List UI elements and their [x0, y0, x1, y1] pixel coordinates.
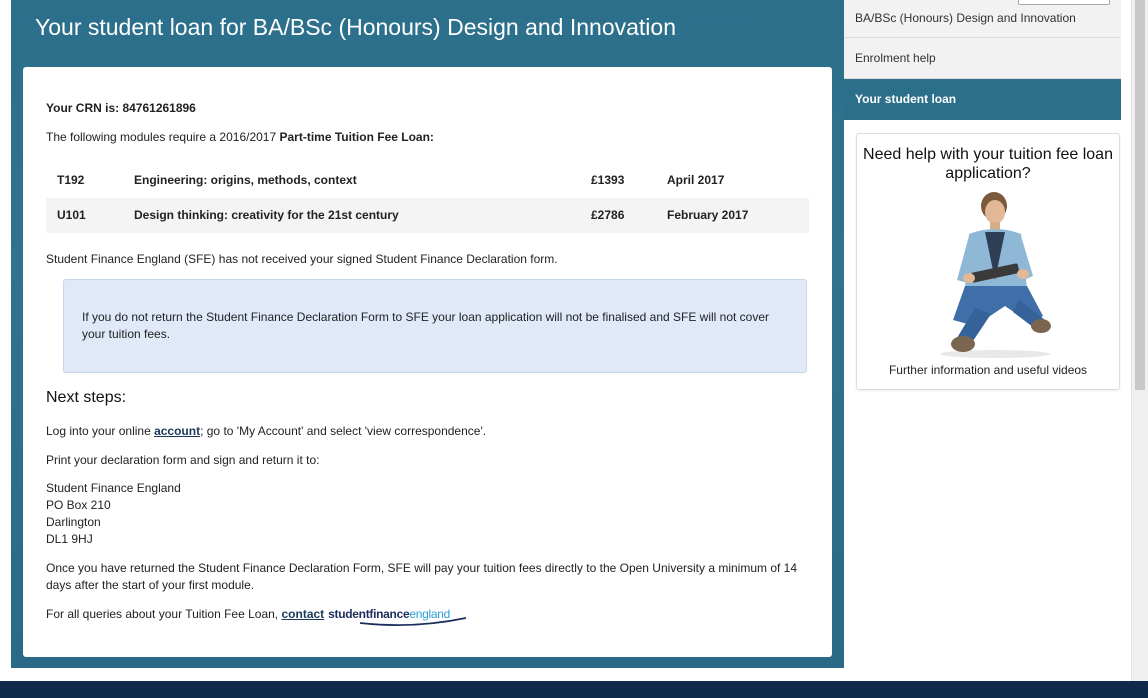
address-line: PO Box 210: [46, 498, 111, 512]
module-fee: £1393: [591, 173, 625, 187]
sfe-status-note: Student Finance England (SFE) has not re…: [46, 252, 558, 266]
sidebar-item-label: BA/BSc (Honours) Design and Innovation: [855, 11, 1076, 25]
address-line: DL1 9HJ: [46, 532, 93, 546]
table-row: U101 Design thinking: creativity for the…: [46, 198, 809, 233]
loan-type: Part-time Tuition Fee Loan:: [279, 130, 434, 144]
address-line: Student Finance England: [46, 481, 181, 495]
step-login-text: Log into your online: [46, 424, 155, 438]
page-scrollbar[interactable]: [1131, 0, 1148, 681]
step-login: Log into your online account; go to 'My …: [46, 423, 486, 440]
scrollbar-thumb[interactable]: [1135, 0, 1145, 390]
table-row: T192 Engineering: origins, methods, cont…: [46, 163, 809, 198]
logo-swoosh-icon: [360, 617, 467, 627]
queries-text: For all queries about your Tuition Fee L…: [46, 607, 282, 621]
intro-text: The following modules require a 2016/201…: [46, 130, 280, 144]
next-steps-heading: Next steps:: [46, 389, 127, 406]
module-start: April 2017: [667, 173, 725, 187]
student-finance-england-logo[interactable]: studentfinanceengland: [328, 606, 467, 627]
help-card[interactable]: Need help with your tuition fee loan app…: [856, 133, 1120, 390]
module-code: T192: [57, 173, 85, 187]
account-link[interactable]: account: [154, 424, 200, 438]
warning-box: If you do not return the Student Finance…: [63, 279, 807, 373]
payment-note: Once you have returned the Student Finan…: [46, 561, 798, 592]
contact-link[interactable]: contact: [281, 607, 324, 621]
address-line: Darlington: [46, 515, 101, 529]
help-card-title: Need help with your tuition fee loan app…: [863, 146, 1113, 182]
header-button[interactable]: [1018, 0, 1110, 5]
module-code: U101: [46, 198, 134, 233]
module-title: Design thinking: creativity for the 21st…: [134, 198, 591, 233]
crn-label: Your CRN is: 84761261896: [46, 101, 196, 115]
warning-text: If you do not return the Student Finance…: [82, 310, 770, 341]
modules-table: T192 Engineering: origins, methods, cont…: [46, 163, 809, 233]
module-start: February 2017: [667, 198, 809, 233]
sidebar-item-enrolment-help[interactable]: Enrolment help: [844, 38, 1121, 79]
sidebar-item-student-loan[interactable]: Your student loan: [844, 79, 1121, 120]
page-title: Your student loan for BA/BSc (Honours) D…: [35, 14, 676, 40]
step-print: Print your declaration form and sign and…: [46, 453, 320, 467]
module-fee: £2786: [591, 198, 667, 233]
queries-line: For all queries about your Tuition Fee L…: [46, 606, 467, 627]
sidebar-item-label: Enrolment help: [855, 51, 936, 65]
loan-panel: Your student loan for BA/BSc (Honours) D…: [11, 0, 844, 668]
loan-details-card: Your CRN is: 84761261896 The following m…: [23, 67, 832, 657]
module-title: Engineering: origins, methods, context: [134, 173, 357, 187]
modules-intro: The following modules require a 2016/201…: [46, 129, 434, 146]
step-login-suffix: ; go to 'My Account' and select 'view co…: [200, 424, 487, 438]
sidebar-item-label: Your student loan: [855, 92, 957, 106]
student-with-tablet-image: [940, 192, 1051, 358]
sidebar-item-course[interactable]: BA/BSc (Honours) Design and Innovation: [844, 0, 1121, 38]
footer-bar: [0, 681, 1148, 698]
sidebar: BA/BSc (Honours) Design and Innovation E…: [844, 0, 1121, 698]
postal-address: Student Finance England PO Box 210 Darli…: [46, 480, 181, 548]
help-card-link[interactable]: Further information and useful videos: [857, 363, 1119, 377]
